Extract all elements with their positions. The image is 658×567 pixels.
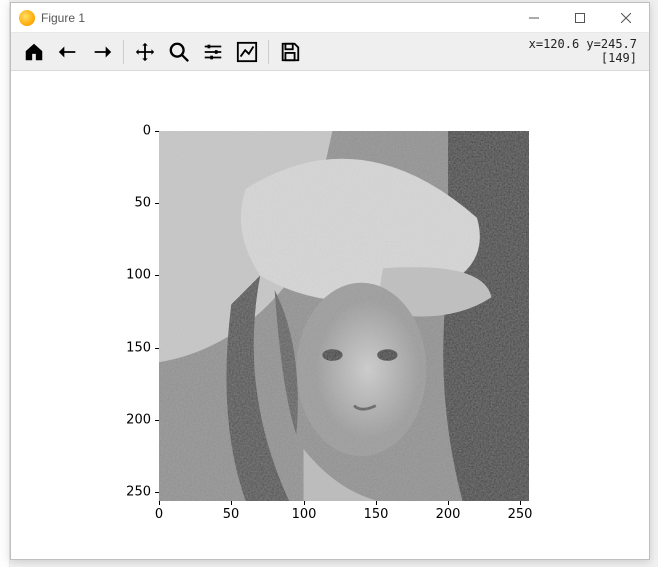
cursor-coord: x=120.6 y=245.7 xyxy=(529,38,637,52)
sliders-icon xyxy=(202,41,224,63)
x-tick-label: 250 xyxy=(508,507,533,522)
chart-icon xyxy=(236,41,258,63)
close-button[interactable] xyxy=(603,3,649,33)
window-title: Figure 1 xyxy=(41,11,85,25)
home-icon xyxy=(23,41,45,63)
titlebar: Figure 1 xyxy=(11,3,649,33)
minimize-button[interactable] xyxy=(511,3,557,33)
y-tick-label: 0 xyxy=(111,124,151,139)
y-tick-label: 250 xyxy=(111,485,151,500)
y-tick-label: 150 xyxy=(111,341,151,356)
figure-canvas[interactable]: 0 50 100 150 200 250 0 50 100 150 200 25… xyxy=(11,71,649,559)
subplots-button[interactable] xyxy=(197,37,229,67)
home-button[interactable] xyxy=(18,37,50,67)
x-tick-label: 200 xyxy=(436,507,461,522)
separator xyxy=(268,40,269,64)
axes-button[interactable] xyxy=(231,37,263,67)
back-button[interactable] xyxy=(52,37,84,67)
pan-button[interactable] xyxy=(129,37,161,67)
arrow-right-icon xyxy=(91,41,113,63)
maximize-button[interactable] xyxy=(557,3,603,33)
image-axes[interactable] xyxy=(159,131,529,501)
x-tick-label: 50 xyxy=(223,507,240,522)
zoom-icon xyxy=(168,41,190,63)
cursor-value: [149] xyxy=(529,52,637,66)
grayscale-image xyxy=(159,131,529,501)
x-tick-label: 150 xyxy=(364,507,389,522)
toolbar: x=120.6 y=245.7 [149] xyxy=(11,33,649,71)
x-tick-label: 100 xyxy=(292,507,317,522)
arrow-left-icon xyxy=(57,41,79,63)
cursor-readout: x=120.6 y=245.7 [149] xyxy=(529,38,643,66)
forward-button[interactable] xyxy=(86,37,118,67)
app-icon xyxy=(19,10,35,26)
save-icon xyxy=(279,41,301,63)
y-tick-label: 50 xyxy=(111,196,151,211)
save-button[interactable] xyxy=(274,37,306,67)
x-tick-label: 0 xyxy=(155,507,163,522)
y-tick-label: 100 xyxy=(111,268,151,283)
zoom-button[interactable] xyxy=(163,37,195,67)
y-tick-label: 200 xyxy=(111,413,151,428)
figure-window: Figure 1 xyxy=(10,2,650,560)
separator xyxy=(123,40,124,64)
move-icon xyxy=(134,41,156,63)
